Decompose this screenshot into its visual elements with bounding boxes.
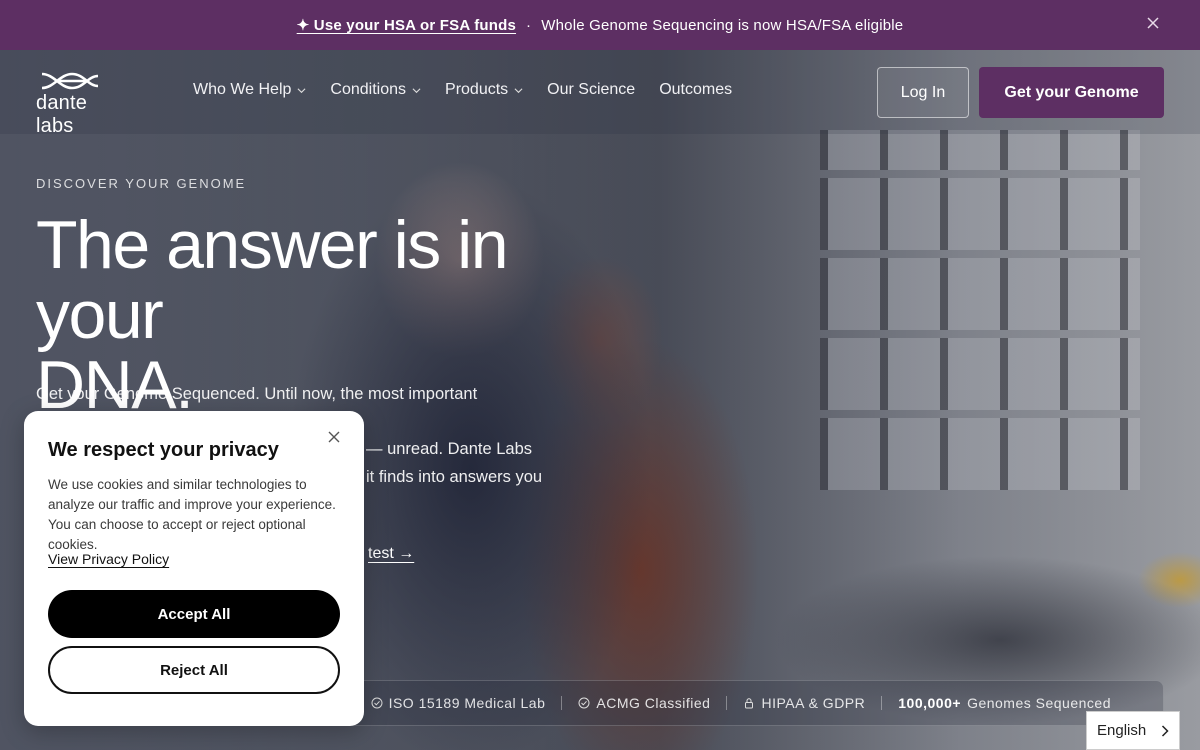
get-genome-button[interactable]: Get your Genome	[979, 67, 1164, 118]
privacy-policy-link[interactable]: View Privacy Policy	[48, 551, 169, 567]
language-selector[interactable]: English	[1086, 711, 1180, 750]
logo[interactable]: dante labs	[36, 70, 128, 137]
nav-outcomes[interactable]: Outcomes	[659, 81, 732, 99]
hero-test-link[interactable]: test →	[368, 545, 414, 563]
main-nav: Who We Help Conditions Products Our Scie…	[193, 81, 732, 99]
trust-badge-acmg: ACMG Classified	[578, 695, 710, 711]
accept-all-button[interactable]: Accept All	[48, 590, 340, 638]
reject-all-button[interactable]: Reject All	[48, 646, 340, 694]
cookie-title: We respect your privacy	[48, 439, 279, 461]
trust-stat: 100,000+ Genomes Sequenced	[898, 695, 1111, 711]
trust-badge-hipaa: HIPAA & GDPR	[743, 695, 865, 711]
nav-label: Our Science	[547, 81, 636, 98]
chevron-down-icon	[297, 87, 306, 93]
nav-label: Outcomes	[659, 81, 733, 98]
check-circle-icon	[578, 697, 590, 709]
headline-line-1: The answer is in your	[36, 207, 509, 353]
trust-badge-label: ACMG Classified	[596, 695, 711, 711]
logo-mark-icon	[41, 72, 99, 90]
cookie-description: We use cookies and similar technologies …	[48, 477, 336, 552]
trust-badge-label: ISO 15189 Medical Lab	[388, 695, 546, 711]
trust-badge-iso: ISO 15189 Medical Lab	[371, 695, 546, 711]
trust-divider	[881, 696, 883, 710]
nav-conditions[interactable]: Conditions	[330, 81, 421, 99]
logo-text: dante labs	[36, 92, 88, 137]
announcement-message: Whole Genome Sequencing is now HSA/FSA e…	[541, 16, 904, 34]
hero-eyebrow: DISCOVER YOUR GENOME	[36, 176, 247, 191]
close-icon[interactable]	[328, 431, 340, 443]
trust-divider	[561, 696, 563, 710]
site-header: dante labs Who We Help Conditions Produc…	[0, 50, 1200, 137]
announcement-bar: ✦ Use your HSA or FSA funds · Whole Geno…	[0, 0, 1200, 50]
chevron-down-icon	[514, 87, 523, 93]
nav-products[interactable]: Products	[445, 81, 523, 99]
lock-icon	[745, 698, 754, 709]
language-label: English	[1097, 722, 1147, 739]
nav-label: Conditions	[330, 81, 407, 98]
check-circle-icon	[371, 697, 383, 709]
announcement-separator: ·	[526, 16, 532, 34]
cookie-consent-dialog: We respect your privacy We use cookies a…	[24, 411, 364, 726]
close-icon[interactable]	[1146, 16, 1160, 30]
trust-badge-label: HIPAA & GDPR	[761, 695, 866, 711]
chevron-down-icon	[412, 87, 421, 93]
trust-divider	[726, 696, 728, 710]
stat-label: Genomes Sequenced	[967, 695, 1111, 711]
nav-label: Who We Help	[193, 81, 292, 98]
chevron-right-icon	[1161, 725, 1169, 737]
login-button[interactable]: Log In	[877, 67, 969, 118]
nav-our-science[interactable]: Our Science	[547, 81, 635, 99]
stat-number: 100,000+	[898, 695, 962, 711]
nav-label: Products	[445, 81, 509, 98]
nav-who-we-help[interactable]: Who We Help	[193, 81, 306, 99]
hsa-fsa-link[interactable]: ✦ Use your HSA or FSA funds	[297, 16, 516, 34]
